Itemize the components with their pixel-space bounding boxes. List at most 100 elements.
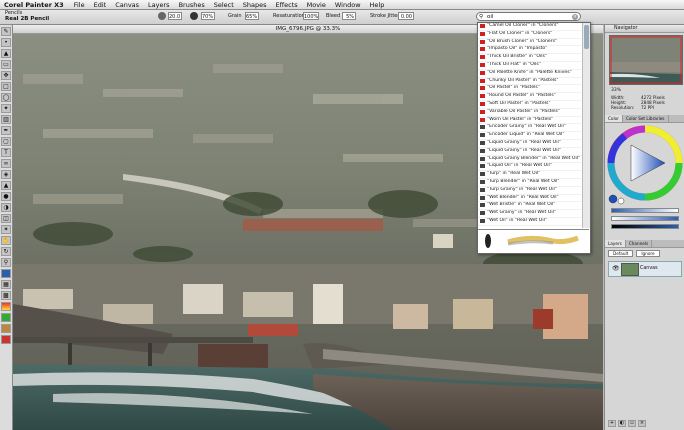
- list-item[interactable]: "Camel Oil Cloner" in "Cloners": [478, 23, 582, 31]
- list-item[interactable]: "Thick Oil Flat" in "Oils": [478, 62, 582, 70]
- rubber-stamp-tool-icon[interactable]: ▲: [1, 181, 11, 190]
- menu-file[interactable]: File: [74, 1, 85, 9]
- menu-help[interactable]: Help: [370, 1, 385, 9]
- nozzle-selector-icon[interactable]: [1, 313, 11, 322]
- rectangle-shape-tool-icon[interactable]: ▢: [1, 137, 11, 146]
- gradient-selector-icon[interactable]: [1, 302, 11, 311]
- tab-channels[interactable]: Channels: [626, 240, 653, 247]
- eraser-tool-icon[interactable]: ▭: [1, 60, 11, 69]
- list-item[interactable]: "Liquid Grainy" in "Real Wet Oil": [478, 140, 582, 148]
- color-wheel-area[interactable]: [605, 123, 684, 205]
- list-item[interactable]: "Wet Blender" in "Real Wet Oil": [478, 195, 582, 203]
- composite-method-select[interactable]: Ignore: [636, 250, 660, 257]
- stroke-jitter-field[interactable]: 0.00: [398, 12, 414, 20]
- toolbox: ✎ • ▲ ▭ ✥ □ ◯ ✦ ▥ ✒ ▢ T ∞ ◈ ▲ ● ◑ ◫ ✶ ✋ …: [0, 25, 13, 430]
- list-item[interactable]: "Turp Grainy" in "Real Wet Oil": [478, 187, 582, 195]
- list-item[interactable]: "Turp" in "Real Wet Oil": [478, 171, 582, 179]
- list-item[interactable]: "Wet Grainy" in "Real Wet Oil": [478, 210, 582, 218]
- app-menu[interactable]: Corel Painter X3: [4, 1, 64, 9]
- menu-movie[interactable]: Movie: [307, 1, 326, 9]
- list-item[interactable]: "Encoder Grainy" in "Real Wet Oil": [478, 124, 582, 133]
- look-selector-icon[interactable]: [1, 335, 11, 344]
- kaleidoscope-tool-icon[interactable]: ✶: [1, 225, 11, 234]
- magic-wand-tool-icon[interactable]: ✦: [1, 104, 11, 113]
- list-item[interactable]: "Round Oil Pastel" in "Pastels": [478, 93, 582, 101]
- layer-controls: Default Ignore: [605, 248, 684, 259]
- scrollbar-thumb[interactable]: [584, 25, 589, 49]
- pen-tool-icon[interactable]: ✒: [1, 126, 11, 135]
- list-item[interactable]: "Chunky Oil Pastel" in "Pastels": [478, 78, 582, 86]
- rotate-page-tool-icon[interactable]: ↻: [1, 247, 11, 256]
- blend-mode-select[interactable]: Default: [608, 250, 634, 257]
- menu-canvas[interactable]: Canvas: [115, 1, 139, 9]
- new-layer-icon[interactable]: +: [608, 420, 616, 427]
- list-item[interactable]: "Liquid Oil" in "Real Wet Oil": [478, 163, 582, 172]
- menu-edit[interactable]: Edit: [94, 1, 107, 9]
- mirror-tool-icon[interactable]: ◫: [1, 214, 11, 223]
- menu-effects[interactable]: Effects: [276, 1, 298, 9]
- menu-brushes[interactable]: Brushes: [179, 1, 205, 9]
- list-item[interactable]: "Wet Oil" in "Real Wet Oil": [478, 218, 582, 226]
- layer-row[interactable]: 👁 Canvas: [608, 261, 682, 277]
- tab-color-set-libraries[interactable]: Color Set Libraries: [623, 115, 669, 122]
- menu-select[interactable]: Select: [214, 1, 234, 9]
- brush-search-input[interactable]: ⚲ oil ×: [476, 12, 581, 21]
- list-item[interactable]: "Turp Blender" in "Real Wet Oil": [478, 179, 582, 187]
- list-item[interactable]: "Wet Bristle" in "Real Wet Oil": [478, 202, 582, 211]
- divine-proportion-tool-icon[interactable]: ∞: [1, 159, 11, 168]
- weaves-selector-icon[interactable]: [1, 324, 11, 333]
- magnifier-tool-icon[interactable]: ⚲: [1, 258, 11, 267]
- menu-window[interactable]: Window: [335, 1, 361, 9]
- text-tool-icon[interactable]: T: [1, 148, 11, 157]
- navigator-zoom[interactable]: 33%: [605, 87, 684, 95]
- bleed-field[interactable]: 5%: [342, 12, 356, 20]
- dropper-tool-icon[interactable]: •: [1, 38, 11, 47]
- cloner-tool-icon[interactable]: ◈: [1, 170, 11, 179]
- eye-icon[interactable]: 👁: [612, 265, 620, 272]
- tab-color[interactable]: Color: [605, 115, 623, 122]
- list-item[interactable]: "Impasto Oil" in "Impasto": [478, 46, 582, 55]
- list-item[interactable]: "Variable Oil Pastel" in "Pastels": [478, 109, 582, 117]
- grain-field[interactable]: 65%: [245, 12, 259, 20]
- hue-slider[interactable]: [611, 208, 679, 213]
- brush-selector[interactable]: Pencils Real 2B Pencil: [5, 10, 49, 22]
- lasso-tool-icon[interactable]: ◯: [1, 93, 11, 102]
- results-scrollbar[interactable]: [582, 23, 590, 228]
- navigator-thumbnail[interactable]: [609, 35, 683, 85]
- list-item[interactable]: "Encoder Liquid" in "Real Wet Oil": [478, 132, 582, 140]
- size-field[interactable]: 20.0: [168, 12, 182, 20]
- list-item[interactable]: "Oil Pastel" in "Pastels": [478, 85, 582, 94]
- list-item[interactable]: "Oil Palette Knife" in "Palette Knives": [478, 70, 582, 78]
- value-slider[interactable]: [611, 224, 679, 229]
- layer-group-icon[interactable]: ▫: [628, 420, 636, 427]
- resaturation-field[interactable]: 100%: [303, 12, 319, 20]
- list-item[interactable]: "Thick Oil Bristle" in "Oils": [478, 54, 582, 62]
- menu-layers[interactable]: Layers: [148, 1, 170, 9]
- brush-variant-icon: [480, 203, 485, 208]
- list-item[interactable]: "Soft Oil Pastel" in "Pastels": [478, 101, 582, 109]
- delete-layer-icon[interactable]: ×: [638, 420, 646, 427]
- paint-bucket-tool-icon[interactable]: ▲: [1, 49, 11, 58]
- brush-tool-icon[interactable]: ✎: [1, 27, 11, 36]
- dodge-tool-icon[interactable]: ●: [1, 192, 11, 201]
- saturation-slider[interactable]: [611, 216, 679, 221]
- crop-tool-icon[interactable]: ▥: [1, 115, 11, 124]
- color-swatch-icon[interactable]: [1, 269, 11, 278]
- layer-mask-icon[interactable]: ◐: [618, 420, 626, 427]
- list-item[interactable]: "Worn Oil Pastel" in "Pastels": [478, 117, 582, 125]
- paper-selector-icon[interactable]: ▦: [1, 280, 11, 289]
- list-item[interactable]: "Liquid Grainy" in "Real Wet Oil": [478, 148, 582, 156]
- list-item[interactable]: "Oil Brush Cloner" in "Cloners": [478, 39, 582, 47]
- tab-layers[interactable]: Layers: [605, 240, 626, 247]
- clear-search-icon[interactable]: ×: [572, 14, 578, 20]
- opacity-field[interactable]: 70%: [201, 12, 215, 20]
- list-item[interactable]: "Flat Oil Cloner" in "Cloners": [478, 31, 582, 39]
- list-item[interactable]: "Liquid Grainy Blender" in "Real Wet Oil…: [478, 156, 582, 164]
- layer-adjuster-tool-icon[interactable]: ✥: [1, 71, 11, 80]
- burn-tool-icon[interactable]: ◑: [1, 203, 11, 212]
- menu-shapes[interactable]: Shapes: [243, 1, 267, 9]
- brush-variant-icon: [480, 101, 485, 106]
- grabber-tool-icon[interactable]: ✋: [1, 236, 11, 245]
- transform-tool-icon[interactable]: □: [1, 82, 11, 91]
- pattern-selector-icon[interactable]: ▩: [1, 291, 11, 300]
